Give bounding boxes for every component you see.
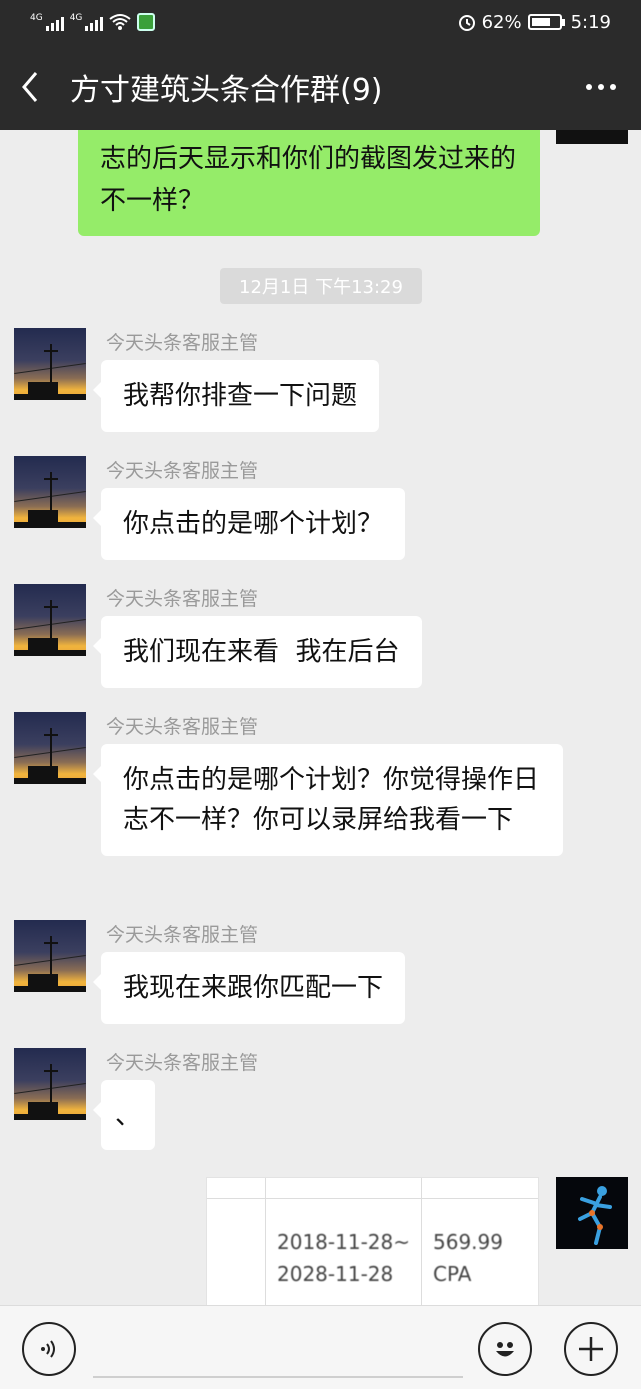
app-notification-icon (137, 13, 156, 31)
image-amount: 569.99 (433, 1230, 503, 1254)
input-bar (0, 1305, 641, 1389)
sender-avatar[interactable] (14, 456, 86, 528)
sender-name: 今天头条客服主管 (106, 460, 259, 482)
sender-avatar[interactable] (14, 328, 86, 400)
more-button[interactable] (561, 84, 641, 90)
battery-icon (527, 14, 562, 30)
sender-name: 今天头条客服主管 (106, 332, 259, 354)
image-amount-cell: 569.99 CPA (433, 1226, 503, 1290)
status-left: 4G 4G (30, 13, 156, 31)
image-type: CPA (433, 1262, 472, 1286)
emoji-button[interactable] (478, 1322, 532, 1376)
wifi-icon (109, 14, 132, 30)
signal-icon: 4G (70, 13, 104, 31)
sender-avatar[interactable] (14, 920, 86, 992)
voice-button[interactable] (22, 1322, 76, 1376)
emoji-icon (496, 1342, 514, 1357)
timestamp-label: 12月1日 下午13:29 (220, 268, 422, 304)
incoming-message-bubble[interactable]: 你点击的是哪个计划？你觉得操作日志不一样？你可以录屏给我看一下 (93, 744, 563, 856)
image-date-line2: 2028-11-28 (277, 1262, 394, 1286)
alarm-icon (458, 15, 475, 31)
my-avatar[interactable] (556, 1177, 628, 1249)
sender-name: 今天头条客服主管 (106, 716, 259, 738)
runner-icon (578, 1186, 612, 1245)
incoming-message-bubble[interactable]: 你点击的是哪个计划？ (92, 488, 406, 560)
chat-title: 方寸建筑头条合作群(9) (70, 73, 383, 108)
voice-icon (41, 1340, 55, 1358)
image-message[interactable]: 2018-11-28~ 2028-11-28 569.99 CPA (206, 1177, 539, 1305)
sender-name: 今天头条客服主管 (106, 1052, 259, 1074)
sender-avatar[interactable] (14, 584, 86, 656)
sender-name: 今天头条客服主管 (106, 924, 259, 946)
image-date-range: 2018-11-28~ 2028-11-28 (277, 1226, 410, 1290)
battery-percent: 62% (481, 11, 522, 33)
status-bar: 4G 4G 62% 5:19 (0, 0, 641, 44)
battery-tip (561, 18, 565, 26)
incoming-message-bubble[interactable]: 我帮你排查一下问题 (92, 360, 380, 432)
signal-label: 4G (69, 13, 83, 23)
clock: 5:19 (570, 11, 611, 33)
plus-icon (579, 1337, 603, 1361)
plus-button[interactable] (564, 1322, 618, 1376)
back-button[interactable] (0, 44, 60, 130)
incoming-message-bubble[interactable]: 我们现在来看 我在后台 (93, 616, 422, 688)
message-input[interactable] (93, 1376, 463, 1378)
title-bar: 方寸建筑头条合作群(9) (0, 44, 641, 130)
chevron-left-icon (22, 72, 38, 102)
sender-name: 今天头条客服主管 (106, 588, 259, 610)
signal-icon: 4G (30, 13, 64, 31)
sender-avatar[interactable] (14, 712, 86, 784)
incoming-message-bubble[interactable]: 我现在来跟你匹配一下 (92, 952, 406, 1024)
signal-label: 4G (30, 13, 43, 23)
more-dots-icon (586, 84, 592, 90)
outgoing-message-bubble[interactable]: 志的后天显示和你们的截图发过来的 不一样？ (78, 130, 540, 236)
image-date-line1: 2018-11-28~ (277, 1230, 410, 1254)
my-avatar[interactable] (556, 130, 628, 144)
chat-area[interactable]: 志的后天显示和你们的截图发过来的 不一样？ 12月1日 下午13:29 今天头条… (0, 130, 641, 1305)
sender-avatar[interactable] (14, 1048, 86, 1120)
status-right: 62% 5:19 (458, 12, 611, 33)
incoming-message-bubble[interactable]: 、 (93, 1080, 155, 1150)
